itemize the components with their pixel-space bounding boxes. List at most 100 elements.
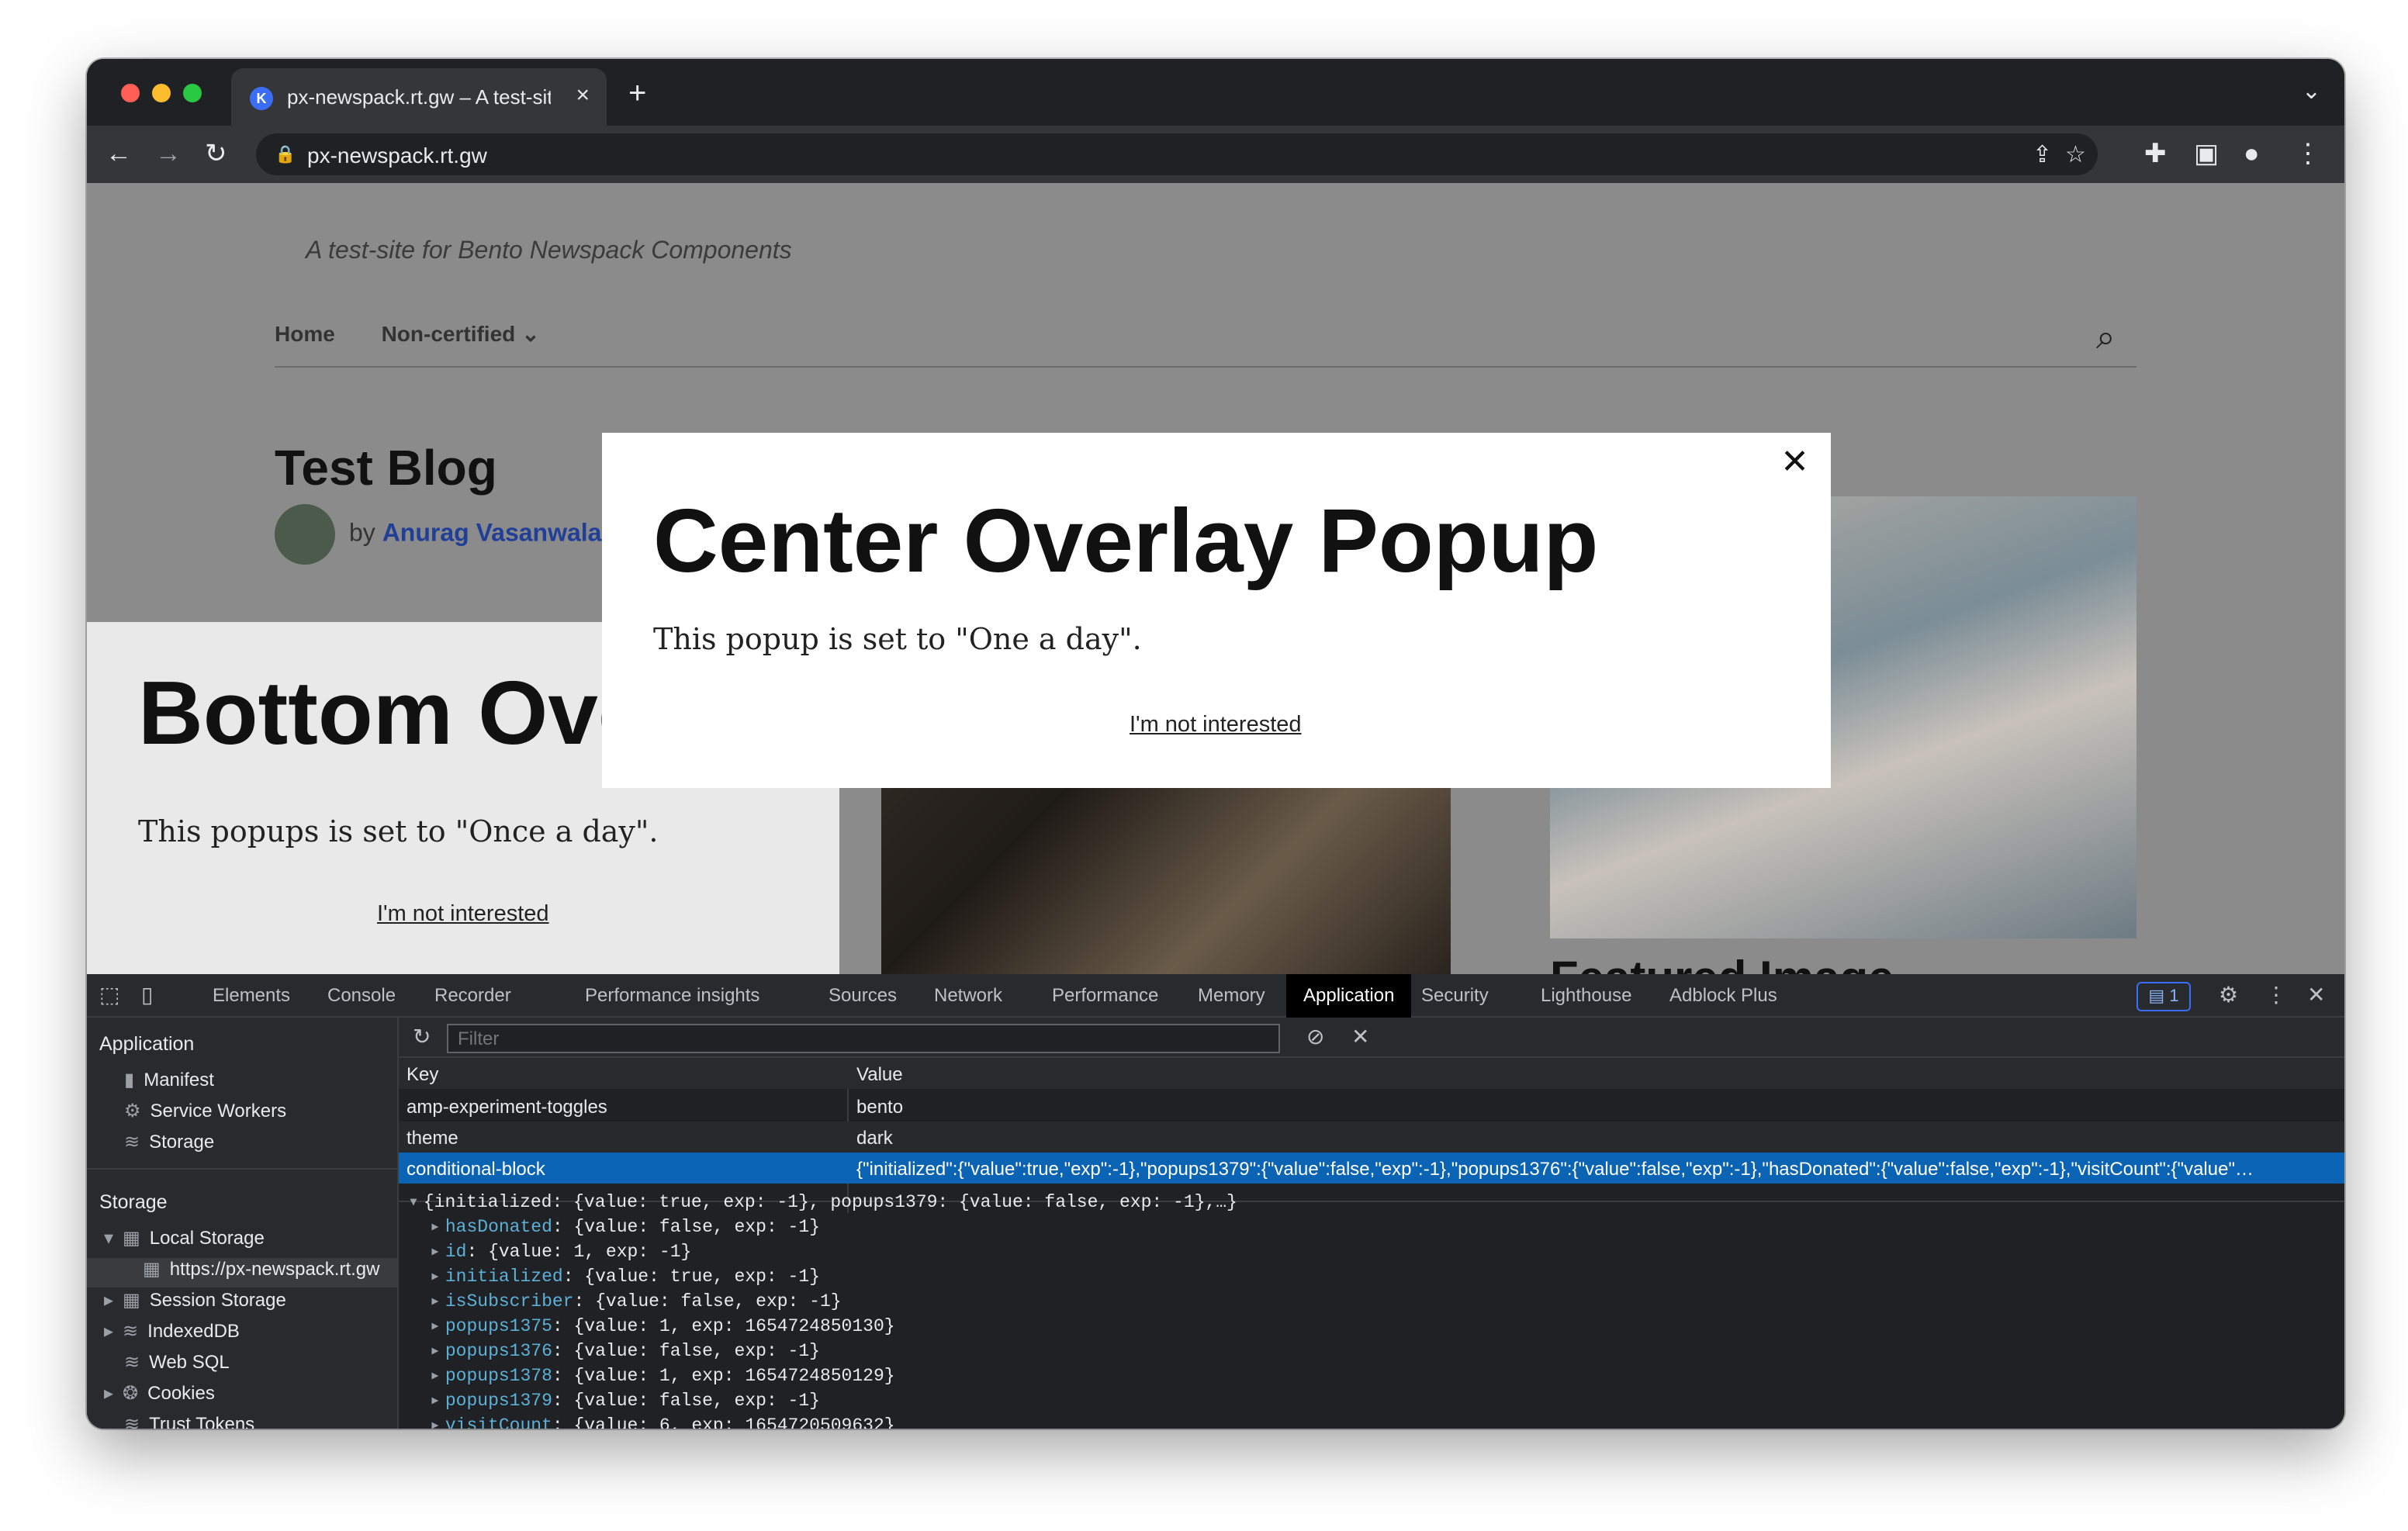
- sidebar-item-session-storage[interactable]: ▸ ▦ Session Storage: [104, 1289, 286, 1312]
- tab-lighthouse[interactable]: Lighthouse: [1541, 985, 1631, 1007]
- issues-badge[interactable]: ▤ 1: [2136, 982, 2191, 1011]
- tab-elements[interactable]: Elements: [213, 985, 290, 1007]
- tab-sources[interactable]: Sources: [829, 985, 897, 1007]
- collapsed-triangle-icon: ▸: [104, 1321, 114, 1342]
- tab-application[interactable]: Application: [1286, 974, 1412, 1018]
- storage-toolbar: ↻ ⊘ ✕: [399, 1018, 2344, 1058]
- browser-tab[interactable]: K px-newspack.rt.gw – A test-sit ×: [231, 68, 607, 126]
- refresh-icon[interactable]: ↻: [413, 1024, 431, 1049]
- value-column-header[interactable]: Value: [856, 1064, 2315, 1086]
- collapsed-triangle-icon: ▸: [104, 1290, 114, 1311]
- preview-item[interactable]: ▸ isSubscriber: {value: false, exp: -1}: [408, 1289, 1237, 1314]
- preview-item[interactable]: ▸ popups1379: {value: false, exp: -1}: [408, 1388, 1237, 1413]
- sidebar-item-web-sql[interactable]: ≋ Web SQL: [124, 1351, 230, 1374]
- nav-noncertified-link[interactable]: Non-certified ⌄: [382, 322, 580, 346]
- settings-gear-icon[interactable]: ⚙: [2219, 982, 2238, 1007]
- sidebar-item-local-origin[interactable]: ▦ https://px-newspack.rt.gw: [143, 1258, 379, 1280]
- table-icon: ▦: [143, 1259, 161, 1280]
- forward-arrow-icon[interactable]: →: [155, 140, 182, 168]
- profile-icon[interactable]: ●: [2244, 140, 2260, 168]
- sidebar-item-storage-overview[interactable]: ≋ Storage: [124, 1131, 214, 1153]
- sidebar-item-service-workers[interactable]: ⚙ Service Workers: [124, 1100, 286, 1122]
- expanded-triangle-icon: ▾: [408, 1192, 419, 1212]
- filter-input[interactable]: [448, 1025, 1289, 1053]
- browser-menu-icon[interactable]: ⋮: [2295, 140, 2321, 168]
- center-overlay-dismiss-link[interactable]: I'm not interested: [1130, 712, 1302, 738]
- tab-title: px-newspack.rt.gw – A test-sit: [287, 85, 551, 109]
- preview-key: popups1379: [445, 1391, 552, 1411]
- preview-key: initialized: [445, 1267, 563, 1287]
- preview-key: popups1376: [445, 1341, 552, 1361]
- tab-console[interactable]: Console: [327, 985, 396, 1007]
- extensions-puzzle-icon[interactable]: ✚: [2144, 140, 2167, 168]
- side-panel-icon[interactable]: ▣: [2194, 140, 2219, 168]
- sidebar-item-manifest[interactable]: ▮ Manifest: [124, 1069, 214, 1091]
- tab-adblock-plus[interactable]: Adblock Plus: [1669, 985, 1777, 1007]
- sidebar-item-cookies[interactable]: ▸ ❂ Cookies: [104, 1382, 215, 1405]
- sidebar-item-indexeddb[interactable]: ▸ ≋ IndexedDB: [104, 1320, 240, 1343]
- preview-value: {value: 1, exp: 1654724850130}: [573, 1316, 895, 1336]
- preview-value: {value: 6, exp: 1654720509632}: [573, 1415, 895, 1429]
- tab-performance-insights[interactable]: Performance insights: [585, 985, 759, 1007]
- sidebar-item-label: Cookies: [147, 1383, 215, 1404]
- preview-item[interactable]: ▸ popups1376: {value: false, exp: -1}: [408, 1339, 1237, 1363]
- tab-recorder[interactable]: Recorder: [434, 985, 511, 1007]
- new-tab-icon[interactable]: +: [628, 76, 646, 111]
- sidebar-item-label: Storage: [149, 1132, 215, 1153]
- tab-performance[interactable]: Performance: [1052, 985, 1158, 1007]
- row-value: bento: [856, 1097, 904, 1118]
- tab-strip: K px-newspack.rt.gw – A test-sit × + ⌄: [87, 59, 2344, 126]
- tab-memory[interactable]: Memory: [1198, 985, 1265, 1007]
- key-column-header[interactable]: Key: [407, 1064, 438, 1086]
- browser-toolbar: ← → ↻ 🔒 px-newspack.rt.gw ⇪ ☆ ✚ ▣ ● ⋮: [87, 126, 2344, 183]
- reload-icon[interactable]: ↻: [205, 140, 227, 168]
- close-icon[interactable]: ✕: [1780, 442, 1809, 482]
- clear-all-icon[interactable]: ⊘: [1306, 1024, 1324, 1049]
- post-title[interactable]: Test Blog: [275, 439, 497, 496]
- browser-window: K px-newspack.rt.gw – A test-sit × + ⌄ ←…: [87, 59, 2344, 1429]
- share-icon[interactable]: ⇪: [2033, 141, 2052, 168]
- back-arrow-icon[interactable]: ←: [106, 140, 132, 168]
- preview-item[interactable]: ▸ hasDonated: {value: false, exp: -1}: [408, 1215, 1237, 1239]
- close-devtools-icon[interactable]: ✕: [2307, 982, 2325, 1007]
- sidebar-item-trust-tokens[interactable]: ≋ Trust Tokens: [124, 1413, 254, 1429]
- devtools-menu-icon[interactable]: ⋮: [2265, 982, 2287, 1007]
- table-row-selected[interactable]: conditional-block {"initialized":{"value…: [399, 1153, 2344, 1184]
- device-toolbar-icon[interactable]: ▯: [141, 982, 153, 1007]
- preview-item[interactable]: ▸ popups1375: {value: 1, exp: 16547248501…: [408, 1314, 1237, 1339]
- table-icon: ▦: [123, 1290, 140, 1311]
- close-tab-icon[interactable]: ×: [576, 82, 590, 109]
- delete-selected-icon[interactable]: ✕: [1351, 1024, 1369, 1049]
- author-link[interactable]: Anurag Vasanwala: [382, 518, 602, 546]
- nav-home-link[interactable]: Home: [275, 322, 335, 346]
- table-row[interactable]: amp-experiment-toggles bento: [399, 1090, 2344, 1121]
- collapsed-triangle-icon: ▸: [430, 1316, 441, 1336]
- preview-item[interactable]: ▸ visitCount: {value: 6, exp: 16547205096…: [408, 1413, 1237, 1429]
- table-row[interactable]: theme dark: [399, 1121, 2344, 1153]
- minimize-window-button[interactable]: [152, 84, 171, 102]
- site-favicon-icon: K: [250, 87, 273, 110]
- close-window-button[interactable]: [121, 84, 140, 102]
- preview-key: hasDonated: [445, 1217, 552, 1237]
- bookmark-star-icon[interactable]: ☆: [2065, 141, 2086, 168]
- tab-security[interactable]: Security: [1421, 985, 1489, 1007]
- inspect-element-icon[interactable]: ⬚: [99, 982, 119, 1007]
- tab-network[interactable]: Network: [934, 985, 1002, 1007]
- tab-search-chevron-icon[interactable]: ⌄: [2302, 78, 2321, 105]
- bottom-overlay-dismiss-link[interactable]: I'm not interested: [377, 901, 549, 927]
- preview-item[interactable]: ▸ id: {value: 1, exp: -1}: [408, 1239, 1237, 1264]
- preview-summary[interactable]: ▾ {initialized: {value: true, exp: -1}, p…: [408, 1190, 1237, 1215]
- collapsed-triangle-icon: ▸: [430, 1217, 441, 1237]
- address-bar[interactable]: 🔒 px-newspack.rt.gw ⇪ ☆: [256, 133, 2098, 175]
- filter-field[interactable]: [447, 1024, 1289, 1053]
- collapsed-triangle-icon: ▸: [430, 1267, 441, 1287]
- sidebar-item-label: Manifest: [144, 1070, 214, 1090]
- preview-item[interactable]: ▸ popups1378: {value: 1, exp: 16547248501…: [408, 1363, 1237, 1388]
- table-icon: ▦: [123, 1228, 140, 1249]
- search-icon[interactable]: ⌕: [2096, 318, 2116, 357]
- sidebar-item-local-storage[interactable]: ▾ ▦ Local Storage: [104, 1227, 265, 1249]
- author-avatar: [275, 504, 335, 565]
- preview-item[interactable]: ▸ initialized: {value: true, exp: -1}: [408, 1264, 1237, 1289]
- row-key: theme: [407, 1128, 458, 1149]
- zoom-window-button[interactable]: [183, 84, 202, 102]
